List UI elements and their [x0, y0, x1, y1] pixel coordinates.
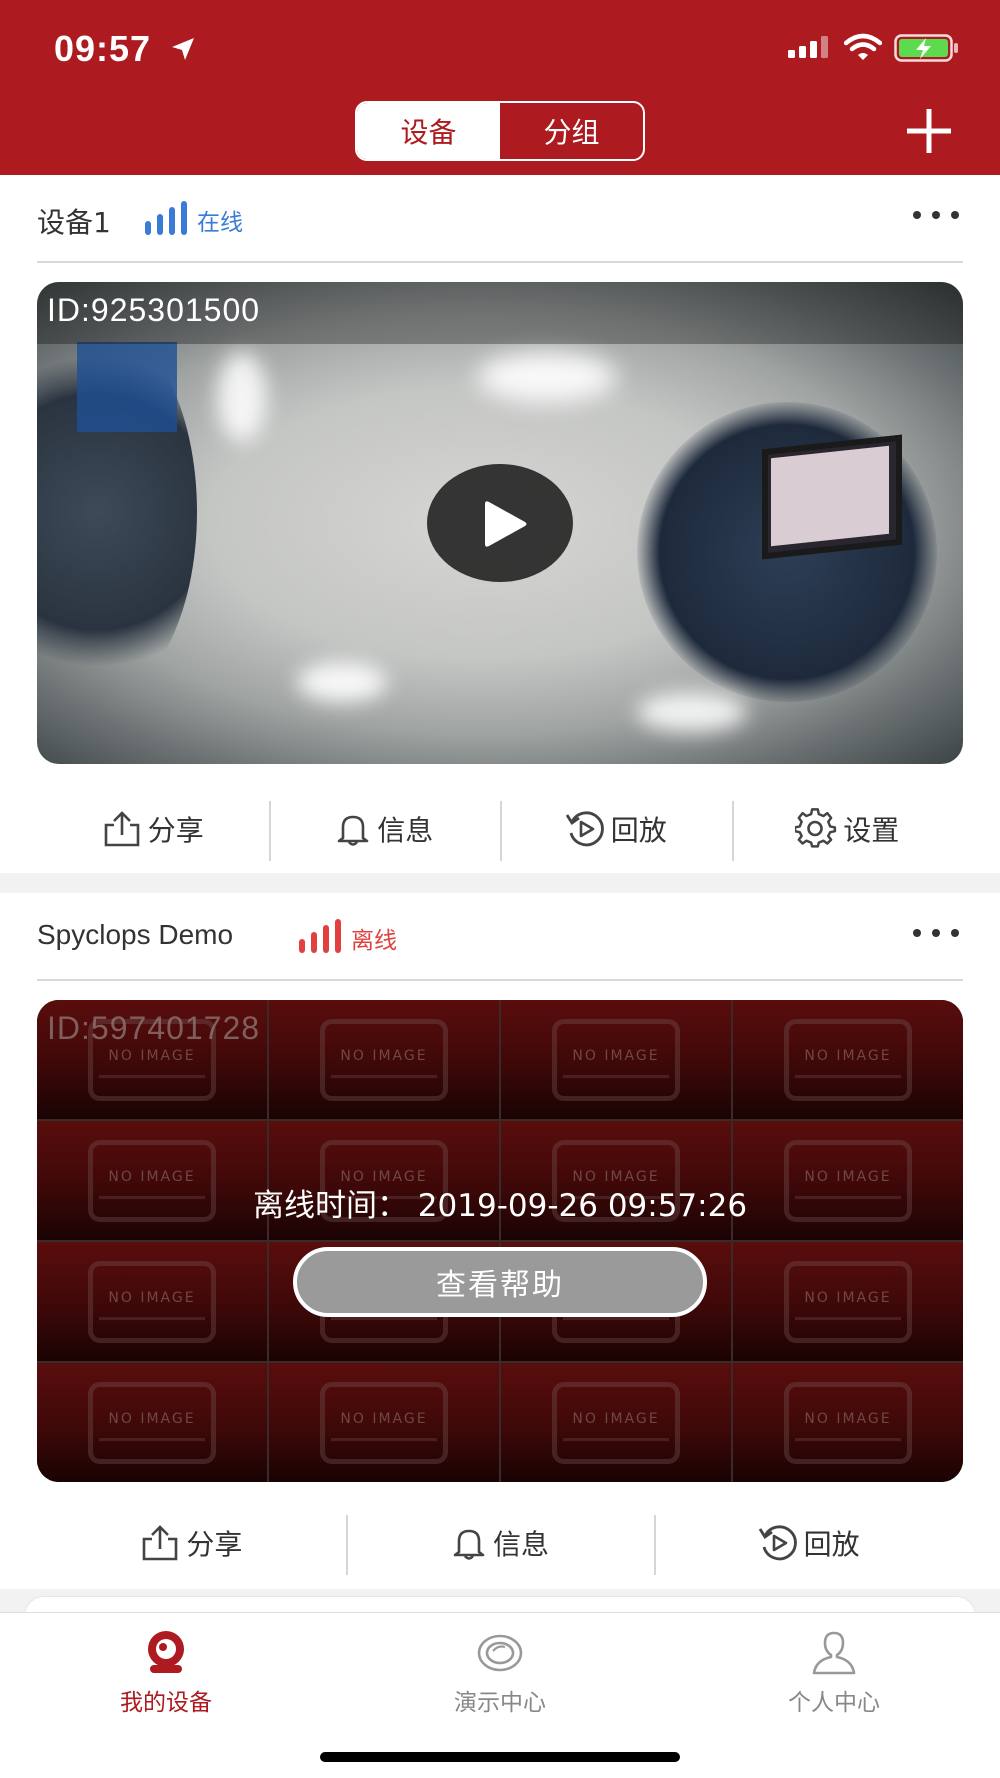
share-icon	[143, 1525, 178, 1561]
person-icon	[812, 1631, 856, 1675]
no-image-tile: NO IMAGE	[733, 1000, 963, 1119]
offline-time-text: 离线时间： 2019-09-26 09:57:26	[252, 1188, 748, 1224]
tab-my-devices[interactable]: 我的设备	[76, 1629, 256, 1719]
tab-label: 个人中心	[788, 1690, 880, 1716]
bell-icon	[453, 1529, 485, 1560]
segment-groups[interactable]: 分组	[500, 103, 643, 159]
play-icon	[485, 501, 527, 547]
no-image-tile: NO IMAGE	[269, 1000, 499, 1119]
device-id-label: ID:597401728	[47, 1010, 261, 1046]
settings-label: 设置	[843, 814, 900, 847]
settings-button[interactable]: 设置	[731, 779, 964, 879]
device-id-label: ID:925301500	[47, 292, 261, 328]
battery-charging-icon	[894, 34, 960, 66]
more-dots-icon	[913, 929, 921, 937]
app-header: 09:57 设备 分组	[0, 0, 1000, 175]
cellular-signal-icon	[788, 36, 832, 62]
camera-preview[interactable]: ID:925301500	[37, 282, 963, 764]
demo-eye-icon	[477, 1634, 523, 1672]
messages-button[interactable]: 信息	[268, 779, 501, 879]
share-button[interactable]: 分享	[37, 1493, 346, 1593]
play-button[interactable]	[427, 464, 573, 582]
share-label: 分享	[147, 814, 204, 847]
add-device-button[interactable]	[904, 106, 954, 156]
no-image-tile: NO IMAGE	[733, 1242, 963, 1361]
device-status-offline: 离线	[351, 928, 397, 954]
device-action-bar: 分享 信息 回放 设置	[37, 779, 963, 879]
playback-label: 回放	[803, 1528, 860, 1561]
messages-label: 信息	[377, 814, 434, 847]
playback-button[interactable]: 回放	[654, 1493, 963, 1593]
offline-signal-icon	[299, 919, 341, 953]
device-name: 设备1	[37, 206, 111, 239]
device-name: Spyclops Demo	[37, 919, 234, 950]
share-button[interactable]: 分享	[37, 779, 269, 879]
device-card: 设备1 在线 ID:925301500 分享 信息 回放 设置	[0, 175, 1000, 873]
playback-button[interactable]: 回放	[500, 779, 732, 879]
plus-icon	[907, 109, 951, 153]
tab-personal-center[interactable]: 个人中心	[744, 1629, 924, 1719]
device-card: Spyclops Demo 离线 NO IMAGE NO IMAGE NO IM…	[0, 893, 1000, 1589]
messages-label: 信息	[493, 1528, 550, 1561]
no-image-tile: NO IMAGE	[269, 1363, 499, 1482]
device-more-button[interactable]	[913, 205, 959, 225]
no-image-tile: NO IMAGE	[37, 1242, 267, 1361]
device-card-header: 设备1 在线	[37, 175, 963, 263]
home-indicator	[320, 1752, 680, 1762]
status-time: 09:57	[54, 28, 152, 69]
playback-icon	[758, 1525, 797, 1561]
device-card-header: Spyclops Demo 离线	[37, 893, 963, 981]
tab-label: 我的设备	[120, 1690, 212, 1716]
location-arrow-icon	[170, 36, 196, 66]
camera-preview-offline: NO IMAGE NO IMAGE NO IMAGE NO IMAGE NO I…	[37, 1000, 963, 1482]
no-image-tile: NO IMAGE	[501, 1363, 731, 1482]
no-image-tile: NO IMAGE	[501, 1000, 731, 1119]
tab-label: 演示中心	[454, 1690, 546, 1716]
share-label: 分享	[186, 1528, 243, 1561]
no-image-grid: NO IMAGE NO IMAGE NO IMAGE NO IMAGE NO I…	[37, 1000, 963, 1482]
share-icon	[104, 811, 140, 847]
view-help-button[interactable]: 查看帮助	[293, 1247, 707, 1317]
messages-button[interactable]: 信息	[345, 1493, 655, 1593]
camera-icon	[148, 1631, 184, 1673]
playback-icon	[565, 811, 604, 847]
no-image-tile: NO IMAGE	[733, 1363, 963, 1482]
wifi-icon	[843, 33, 883, 65]
more-dots-icon	[913, 211, 921, 219]
device-status-online: 在线	[197, 210, 243, 236]
segment-devices[interactable]: 设备	[357, 103, 500, 159]
bell-icon	[337, 815, 369, 846]
playback-label: 回放	[610, 814, 667, 847]
no-image-tile: NO IMAGE	[37, 1363, 267, 1482]
online-signal-icon	[145, 201, 187, 235]
status-bar: 09:57	[0, 0, 1000, 100]
device-more-button[interactable]	[913, 923, 959, 943]
segment-control: 设备 分组	[355, 101, 645, 161]
gear-icon	[795, 808, 837, 848]
device-action-bar: 分享 信息 回放	[37, 1493, 963, 1593]
tab-demo-center[interactable]: 演示中心	[410, 1629, 590, 1719]
